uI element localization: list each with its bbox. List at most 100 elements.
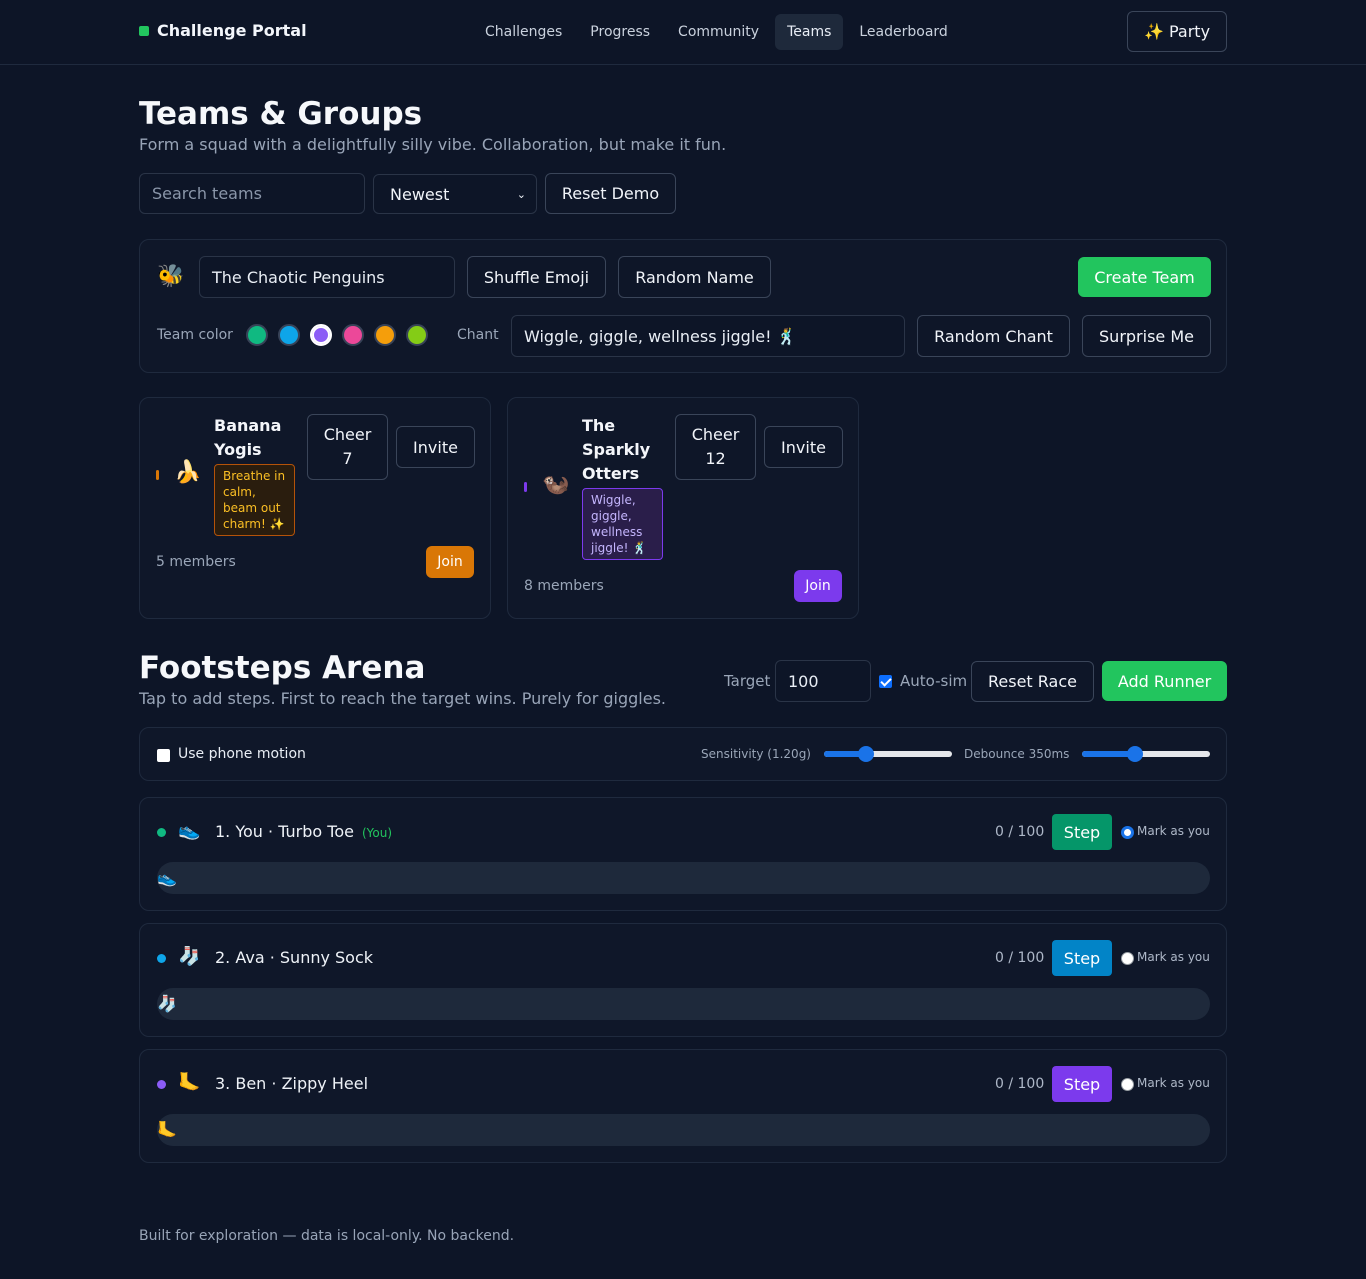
join-button[interactable]: Join bbox=[794, 570, 842, 602]
color-swatch-amber[interactable] bbox=[374, 324, 396, 346]
sneaker-icon: 👟 bbox=[178, 820, 201, 841]
cheer-count: 7 bbox=[342, 449, 353, 468]
runner-marker-icon: 🧦 bbox=[157, 994, 177, 1013]
nav-progress[interactable]: Progress bbox=[578, 14, 662, 50]
mark-as-you-radio[interactable] bbox=[1121, 826, 1134, 839]
race-track: 👟 bbox=[157, 862, 1210, 894]
runner-marker-icon: 👟 bbox=[157, 868, 177, 887]
add-runner-button[interactable]: Add Runner bbox=[1102, 661, 1227, 701]
member-count: 8 members bbox=[524, 578, 604, 594]
nav-leaderboard[interactable]: Leaderboard bbox=[847, 14, 959, 50]
step-button[interactable]: Step bbox=[1052, 940, 1112, 976]
chevron-down-icon: ⌄ bbox=[516, 187, 526, 201]
color-swatch-lime[interactable] bbox=[406, 324, 428, 346]
sort-select[interactable]: Newest ⌄ bbox=[373, 174, 537, 214]
sensitivity-label: Sensitivity (1.20g) bbox=[701, 747, 811, 761]
nav-teams[interactable]: Teams bbox=[775, 14, 844, 50]
runner-step-count: 0 / 100 bbox=[995, 950, 1045, 966]
team-name-input[interactable]: The Chaotic Penguins bbox=[199, 256, 455, 298]
target-input[interactable]: 100 bbox=[775, 660, 871, 702]
chant-input[interactable]: Wiggle, giggle, wellness jiggle! 🕺 bbox=[511, 315, 905, 357]
runner-name-text: 1. You · Turbo Toe bbox=[215, 822, 354, 841]
shuffle-emoji-button[interactable]: Shuffle Emoji bbox=[467, 256, 606, 298]
team-name: The Sparkly Otters bbox=[582, 416, 651, 483]
invite-button[interactable]: Invite bbox=[764, 426, 843, 468]
runner-card: 🦶 3. Ben · Zippy Heel 0 / 100 Step Mark … bbox=[139, 1049, 1227, 1163]
foot-icon: 🦶 bbox=[178, 1072, 201, 1093]
main-nav: Challenges Progress Community Teams Lead… bbox=[473, 14, 964, 50]
team-color-bar bbox=[156, 470, 159, 480]
runner-name: 1. You · Turbo Toe (You) bbox=[215, 822, 392, 841]
runner-step-count: 0 / 100 bbox=[995, 824, 1045, 840]
cheer-button[interactable]: Cheer 12 bbox=[675, 414, 756, 480]
party-button[interactable]: ✨ Party bbox=[1127, 11, 1227, 52]
reset-race-button[interactable]: Reset Race bbox=[971, 661, 1094, 702]
create-team-button[interactable]: Create Team bbox=[1078, 257, 1211, 297]
color-swatch-green[interactable] bbox=[246, 324, 268, 346]
team-name: Banana Yogis bbox=[214, 416, 282, 459]
brand-logo-icon bbox=[139, 25, 149, 36]
mark-as-you-label: Mark as you bbox=[1137, 824, 1210, 838]
cheer-label: Cheer bbox=[323, 425, 372, 444]
slider-thumb[interactable] bbox=[857, 746, 874, 762]
team-creator-panel: 🐝 The Chaotic Penguins Shuffle Emoji Ran… bbox=[139, 239, 1227, 373]
runner-step-count: 0 / 100 bbox=[995, 1076, 1045, 1092]
color-swatch-purple[interactable] bbox=[310, 324, 332, 346]
autosim-label: Auto-sim bbox=[900, 672, 968, 690]
color-swatch-pink[interactable] bbox=[342, 324, 364, 346]
cheer-count: 12 bbox=[705, 449, 726, 468]
team-emoji-icon[interactable]: 🐝 bbox=[157, 264, 184, 289]
runner-color-dot bbox=[157, 954, 166, 963]
team-chant-badge: Breathe in calm, beam out charm! ✨ bbox=[214, 464, 295, 536]
member-count: 5 members bbox=[156, 554, 236, 570]
sort-select-value: Newest bbox=[390, 184, 450, 204]
page-title: Teams & Groups bbox=[139, 96, 423, 132]
search-teams-input[interactable]: Search teams bbox=[139, 173, 365, 214]
join-button[interactable]: Join bbox=[426, 546, 474, 578]
race-track: 🦶 bbox=[157, 1114, 1210, 1146]
runner-name-text: 2. Ava · Sunny Sock bbox=[215, 948, 374, 967]
team-chant-badge: Wiggle, giggle, wellness jiggle! 🕺 bbox=[582, 488, 663, 560]
slider-thumb[interactable] bbox=[1126, 746, 1143, 762]
reset-demo-button[interactable]: Reset Demo bbox=[545, 173, 676, 214]
brand[interactable]: Challenge Portal bbox=[139, 21, 307, 40]
brand-name: Challenge Portal bbox=[157, 21, 307, 40]
debounce-slider[interactable] bbox=[1082, 746, 1210, 762]
team-card: 🍌 Banana Yogis Breathe in calm, beam out… bbox=[139, 397, 491, 619]
color-swatch-sky[interactable] bbox=[278, 324, 300, 346]
race-track: 🧦 bbox=[157, 988, 1210, 1020]
target-label: Target bbox=[724, 672, 771, 690]
cheer-button[interactable]: Cheer 7 bbox=[307, 414, 388, 480]
step-button[interactable]: Step bbox=[1052, 1066, 1112, 1102]
autosim-checkbox[interactable] bbox=[879, 675, 892, 688]
phone-motion-label: Use phone motion bbox=[178, 746, 306, 762]
invite-button[interactable]: Invite bbox=[396, 426, 475, 468]
debounce-label: Debounce 350ms bbox=[964, 747, 1070, 761]
team-color-bar bbox=[524, 482, 527, 492]
mark-as-you-label: Mark as you bbox=[1137, 1076, 1210, 1090]
arena-title: Footsteps Arena bbox=[139, 650, 426, 686]
you-tag: (You) bbox=[361, 826, 393, 840]
motion-controls-panel: Use phone motion Sensitivity (1.20g) Deb… bbox=[139, 727, 1227, 781]
nav-challenges[interactable]: Challenges bbox=[473, 14, 574, 50]
step-button[interactable]: Step bbox=[1052, 814, 1112, 850]
mark-as-you-label: Mark as you bbox=[1137, 950, 1210, 964]
runner-name: 2. Ava · Sunny Sock bbox=[215, 948, 373, 967]
mark-as-you-radio[interactable] bbox=[1121, 952, 1134, 965]
surprise-me-button[interactable]: Surprise Me bbox=[1082, 315, 1211, 357]
arena-subtitle: Tap to add steps. First to reach the tar… bbox=[139, 689, 666, 708]
nav-community[interactable]: Community bbox=[666, 14, 771, 50]
chant-label: Chant bbox=[457, 327, 499, 343]
mark-as-you-radio[interactable] bbox=[1121, 1078, 1134, 1091]
runner-name: 3. Ben · Zippy Heel bbox=[215, 1074, 368, 1093]
sensitivity-slider[interactable] bbox=[824, 746, 952, 762]
banana-icon: 🍌 bbox=[174, 460, 202, 485]
random-name-button[interactable]: Random Name bbox=[618, 256, 771, 298]
runner-color-dot bbox=[157, 828, 166, 837]
footer-note: Built for exploration — data is local-on… bbox=[139, 1228, 515, 1244]
phone-motion-checkbox[interactable] bbox=[157, 749, 170, 762]
runner-name-text: 3. Ben · Zippy Heel bbox=[215, 1074, 369, 1093]
team-card: 🦦 The Sparkly Otters Wiggle, giggle, wel… bbox=[507, 397, 859, 619]
random-chant-button[interactable]: Random Chant bbox=[917, 315, 1070, 357]
top-navbar: Challenge Portal Challenges Progress Com… bbox=[0, 0, 1366, 65]
